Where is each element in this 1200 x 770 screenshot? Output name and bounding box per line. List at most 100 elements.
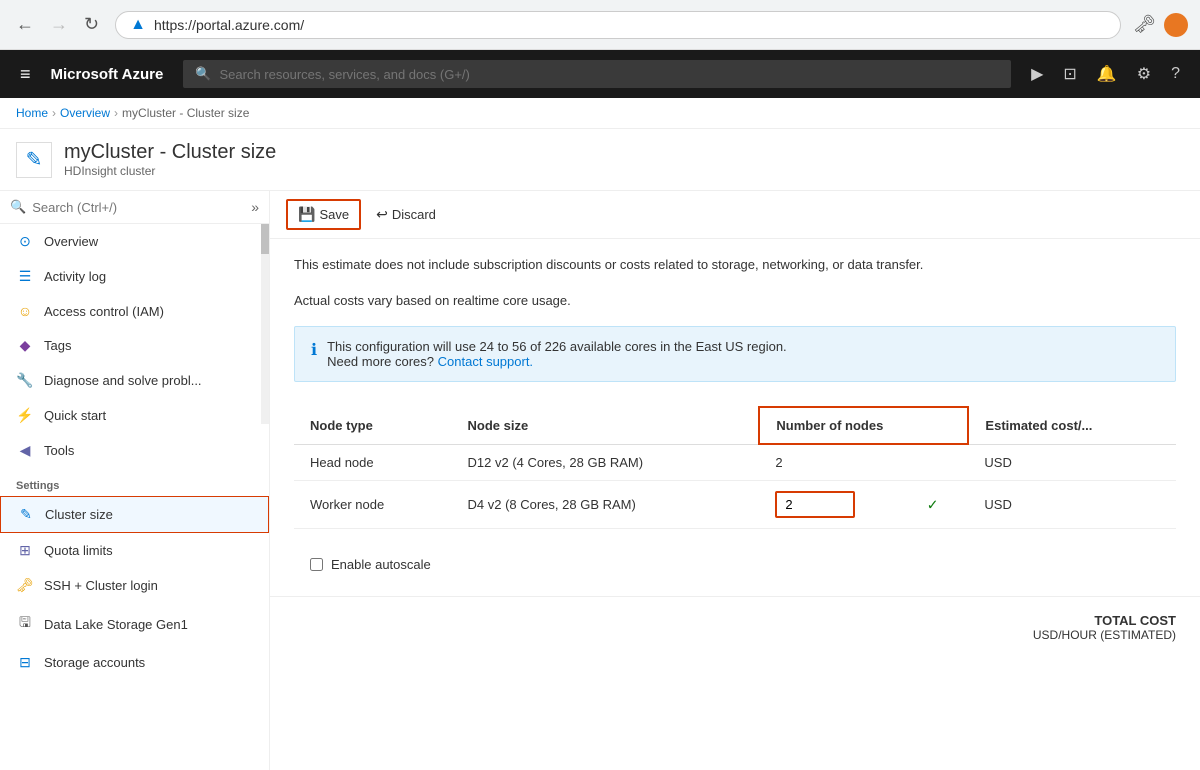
azure-favicon: ▲ (130, 16, 146, 34)
diagnose-icon: 🔧 (16, 372, 34, 389)
breadcrumb-sep-1: › (52, 106, 56, 120)
info-box-link[interactable]: Contact support. (438, 354, 533, 369)
sidebar-settings-nav: ✎ Cluster size ⊞ Quota limits 🗝 SSH + Cl… (0, 496, 269, 680)
portal-menu-button[interactable]: ⊡ (1055, 58, 1084, 90)
total-cost-section: TOTAL COST USD/HOUR (ESTIMATED) (270, 596, 1200, 658)
input-check-icon: ✓ (927, 496, 939, 513)
sidebar-item-tools[interactable]: ◀ Tools (0, 433, 269, 468)
description-line2: Actual costs vary based on realtime core… (294, 291, 1176, 311)
breadcrumb: Home › Overview › myCluster - Cluster si… (0, 98, 1200, 129)
description-line1: This estimate does not include subscript… (294, 255, 1176, 275)
breadcrumb-current: myCluster - Cluster size (122, 106, 249, 120)
table-header: Node type Node size Number of nodes Esti… (294, 407, 1176, 444)
sidebar-item-access-control[interactable]: ☺ Access control (IAM) (0, 294, 269, 328)
save-button[interactable]: 💾 Save (286, 199, 361, 230)
settings-button[interactable]: ⚙ (1129, 58, 1159, 90)
activity-log-icon: ☰ (16, 268, 34, 285)
total-cost-sublabel: USD/HOUR (ESTIMATED) (294, 628, 1176, 642)
forward-button[interactable]: → (46, 10, 72, 39)
head-node-cost: USD (968, 444, 1176, 481)
settings-section-title: Settings (0, 468, 269, 496)
sidebar-search-input[interactable] (32, 200, 245, 215)
page-title: myCluster - Cluster size (64, 141, 276, 164)
head-node-count: 2 (759, 444, 968, 481)
sidebar-item-quickstart[interactable]: ⚡ Quick start (0, 398, 269, 433)
autoscale-checkbox[interactable] (310, 558, 323, 571)
ssh-login-icon: 🗝 (16, 577, 34, 594)
search-icon: 🔍 (195, 66, 211, 82)
azure-brand: Microsoft Azure (51, 66, 164, 83)
data-lake-icon: 🖫 (16, 612, 34, 636)
sidebar-item-ssh-login-label: SSH + Cluster login (44, 578, 158, 593)
sidebar-item-overview[interactable]: ⊙ Overview (0, 224, 269, 259)
topnav-search-container[interactable]: 🔍 (183, 60, 1011, 88)
discard-button[interactable]: ↩ Discard (365, 200, 447, 229)
col-estimated-cost: Estimated cost/... (968, 407, 1176, 444)
head-node-type: Head node (294, 444, 452, 481)
sidebar-item-ssh-login[interactable]: 🗝 SSH + Cluster login (0, 568, 269, 603)
sidebar-item-activity-log[interactable]: ☰ Activity log (0, 259, 269, 294)
worker-node-type: Worker node (294, 481, 452, 529)
total-cost-label: TOTAL COST (294, 613, 1176, 628)
discard-icon: ↩ (376, 206, 388, 223)
url-display: https://portal.azure.com/ (154, 17, 304, 33)
browser-navigation: ← → ↻ (12, 10, 103, 39)
sidebar-item-quota-limits-label: Quota limits (44, 543, 113, 558)
info-box: ℹ This configuration will use 24 to 56 o… (294, 326, 1176, 382)
autoscale-label[interactable]: Enable autoscale (331, 557, 431, 572)
sidebar-item-storage-accounts-label: Storage accounts (44, 655, 145, 670)
toolbar: 💾 Save ↩ Discard (270, 191, 1200, 239)
save-icon: 💾 (298, 206, 315, 223)
sidebar-search-icon: 🔍 (10, 199, 26, 215)
cloud-shell-button[interactable]: ▶ (1023, 58, 1051, 90)
topnav-search-input[interactable] (220, 67, 1000, 82)
worker-node-cost: USD (968, 481, 1176, 529)
back-button[interactable]: ← (12, 10, 38, 39)
sidebar-item-data-lake[interactable]: 🖫 Data Lake Storage Gen1 (0, 603, 269, 645)
sidebar-item-tools-label: Tools (44, 443, 74, 458)
azure-topnav: ≡ Microsoft Azure 🔍 ▶ ⊡ 🔔 ⚙ ? (0, 50, 1200, 98)
sidebar-item-cluster-size-label: Cluster size (45, 507, 113, 522)
quickstart-icon: ⚡ (16, 407, 34, 424)
col-number-of-nodes: Number of nodes (759, 407, 968, 444)
info-icon: ℹ (311, 340, 317, 360)
sidebar-nav: ⊙ Overview ☰ Activity log ☺ Access contr… (0, 224, 269, 468)
info-box-text: This configuration will use 24 to 56 of … (327, 339, 787, 369)
page-title-block: myCluster - Cluster size HDInsight clust… (64, 141, 276, 178)
sidebar-item-diagnose-label: Diagnose and solve probl... (44, 373, 202, 388)
content-area: 💾 Save ↩ Discard This estimate does not … (270, 191, 1200, 770)
worker-node-count-input[interactable] (775, 491, 855, 518)
hamburger-menu[interactable]: ≡ (12, 60, 39, 89)
profile-icon[interactable] (1164, 13, 1188, 37)
info-box-line2: Need more cores? (327, 354, 434, 369)
cluster-size-icon: ✎ (17, 506, 35, 523)
breadcrumb-home[interactable]: Home (16, 106, 48, 120)
hdinsight-icon: ✎ (26, 147, 43, 172)
key-icon: 🗝 (1133, 14, 1156, 35)
save-label: Save (319, 207, 349, 222)
sidebar-item-cluster-size[interactable]: ✎ Cluster size (0, 496, 269, 533)
sidebar-item-tags-label: Tags (44, 338, 71, 353)
sidebar-search[interactable]: 🔍 » (0, 191, 269, 224)
sidebar-item-tags[interactable]: ◆ Tags (0, 328, 269, 363)
main-layout: 🔍 » ⊙ Overview ☰ Activity log ☺ Access c… (0, 191, 1200, 770)
sidebar-item-diagnose[interactable]: 🔧 Diagnose and solve probl... (0, 363, 269, 398)
browser-actions: 🗝 (1133, 13, 1188, 37)
info-box-line1: This configuration will use 24 to 56 of … (327, 339, 787, 354)
overview-icon: ⊙ (16, 233, 34, 250)
refresh-button[interactable]: ↻ (80, 10, 103, 39)
col-node-type: Node type (294, 407, 452, 444)
tags-icon: ◆ (16, 337, 34, 354)
quota-limits-icon: ⊞ (16, 542, 34, 559)
sidebar-collapse-button[interactable]: » (251, 199, 259, 215)
page-subtitle: HDInsight cluster (64, 164, 276, 178)
help-button[interactable]: ? (1163, 59, 1188, 89)
sidebar-item-storage-accounts[interactable]: ⊟ Storage accounts (0, 645, 269, 680)
discard-label: Discard (392, 207, 436, 222)
page-icon: ✎ (16, 142, 52, 178)
sidebar-item-quota-limits[interactable]: ⊞ Quota limits (0, 533, 269, 568)
breadcrumb-overview[interactable]: Overview (60, 106, 110, 120)
sidebar-item-quickstart-label: Quick start (44, 408, 106, 423)
address-bar[interactable]: ▲ https://portal.azure.com/ (115, 11, 1121, 39)
notifications-button[interactable]: 🔔 (1089, 58, 1125, 90)
